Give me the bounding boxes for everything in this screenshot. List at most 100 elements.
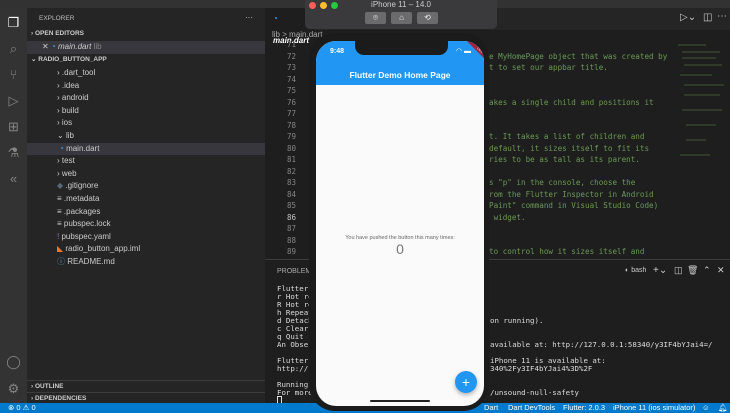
error-count: 0 bbox=[16, 403, 21, 412]
shell-label: bash bbox=[631, 267, 647, 274]
breadcrumb-file[interactable]: main.dart bbox=[289, 30, 322, 39]
code-line: akes a single child and positions it bbox=[489, 97, 654, 107]
status-time: 9:48 bbox=[330, 48, 345, 55]
lines-icon: ≡ bbox=[57, 194, 64, 203]
code-line: default, it sizes itself to fit its bbox=[489, 143, 650, 153]
warning-count: 0 bbox=[31, 403, 36, 412]
minimap[interactable] bbox=[676, 40, 726, 170]
open-file-dir: lib bbox=[93, 42, 102, 51]
run-icon[interactable]: ▷⌄ bbox=[680, 12, 696, 23]
split-terminal-icon[interactable]: ◫ bbox=[674, 265, 683, 276]
status-devtools[interactable]: Dart DevTools bbox=[508, 403, 555, 413]
extensions-icon[interactable]: ⊞ bbox=[5, 118, 22, 135]
breadcrumb-lib[interactable]: lib bbox=[272, 30, 280, 39]
phone-notch bbox=[355, 41, 448, 55]
line-number: 81 bbox=[286, 155, 296, 164]
tree-item-label: build bbox=[61, 105, 79, 115]
flutter-icon[interactable]: « bbox=[5, 170, 22, 187]
line-number: 79 bbox=[286, 132, 296, 141]
tree-item[interactable]: ≡ pubspec.lock bbox=[27, 218, 265, 231]
screenshot-button[interactable]: ⌾ bbox=[365, 12, 386, 24]
tree-item[interactable]: › .idea bbox=[27, 80, 265, 93]
account-icon[interactable]: ◯ bbox=[5, 353, 22, 370]
tree-item-label: android bbox=[61, 93, 89, 103]
run-debug-icon[interactable]: ▷ bbox=[5, 92, 22, 109]
lines-icon: ≡ bbox=[57, 206, 64, 216]
tree-item-label: web bbox=[61, 168, 77, 178]
search-icon[interactable]: ⌕ bbox=[5, 40, 22, 57]
bell-icon[interactable]: 🔔︎ bbox=[718, 403, 728, 413]
status-dart[interactable]: Dart bbox=[484, 403, 498, 413]
line-number: 84 bbox=[286, 189, 296, 199]
feedback-icon[interactable]: ☺ bbox=[702, 403, 710, 413]
tree-item-label: radio_button_app.iml bbox=[65, 244, 141, 254]
tree-item[interactable]: ◣ radio_button_app.iml bbox=[27, 243, 265, 256]
tree-item[interactable]: ⌄ lib bbox=[27, 130, 265, 143]
tree-item[interactable]: › web bbox=[27, 168, 265, 181]
code-line: s "p" in the console, choose the bbox=[489, 178, 636, 187]
close-icon[interactable]: ✕ bbox=[42, 42, 49, 51]
open-editor-item[interactable]: ✕ ◔ main.dart lib bbox=[27, 41, 265, 54]
tree-item-label: lib bbox=[65, 131, 74, 140]
tree-item[interactable]: › ios bbox=[27, 117, 265, 130]
tree-item-label: ios bbox=[61, 118, 73, 128]
terminal-shell-selector[interactable]: ◐ bash bbox=[625, 267, 646, 274]
tree-item[interactable]: › .dart_tool bbox=[27, 67, 265, 80]
terminal-line: For more bbox=[277, 388, 313, 397]
open-editors-section[interactable]: › OPEN EDITORS bbox=[27, 28, 265, 41]
tree-item[interactable]: ! pubspec.yaml bbox=[27, 231, 265, 244]
tree-item[interactable]: ⓘ README.md bbox=[27, 256, 265, 269]
home-indicator[interactable] bbox=[370, 400, 430, 402]
line-number: 82 bbox=[286, 166, 296, 176]
status-flutter-version[interactable]: Flutter: 2.0.3 bbox=[563, 403, 605, 413]
wifi-battery-icon: ◠ ▬ bbox=[456, 48, 472, 55]
line-number: 83 bbox=[286, 178, 296, 187]
project-section[interactable]: ⌄ RADIO_BUTTON_APP bbox=[27, 54, 265, 67]
problems-status[interactable]: ⊗ 0 ⚠ 0 bbox=[8, 403, 36, 413]
dart-icon: ◔ bbox=[50, 42, 56, 51]
tree-item-label: .metadata bbox=[63, 194, 100, 203]
explorer-sidebar: EXPLORER ··· › OPEN EDITORS ✕ ◔ main.dar… bbox=[27, 8, 265, 403]
source-control-icon[interactable]: ⑂ bbox=[5, 66, 22, 83]
maximize-panel-icon[interactable]: ⌃ bbox=[703, 265, 711, 276]
close-panel-icon[interactable]: ✕ bbox=[717, 265, 725, 276]
outline-section[interactable]: › OUTLINE bbox=[27, 380, 265, 393]
project-name: RADIO_BUTTON_APP bbox=[38, 56, 107, 63]
open-folder-icon: ⌄ bbox=[57, 131, 66, 140]
tree-item[interactable]: › build bbox=[27, 105, 265, 118]
home-button[interactable]: ⌂ bbox=[391, 12, 412, 24]
explorer-title: EXPLORER bbox=[39, 15, 75, 22]
code-line: t. It takes a list of children and bbox=[489, 132, 645, 141]
line-number: 71 bbox=[286, 40, 296, 49]
tree-item-label: .dart_tool bbox=[61, 68, 96, 77]
line-number: 77 bbox=[286, 109, 296, 118]
tree-item-label: README.md bbox=[67, 257, 115, 266]
testing-icon[interactable]: ⚗ bbox=[5, 144, 22, 161]
line-number: 74 bbox=[286, 74, 296, 84]
trash-icon[interactable]: 🗑 bbox=[687, 265, 698, 276]
terminal-line-tail: /unsound-null-safety bbox=[490, 388, 579, 397]
settings-gear-icon[interactable]: ⚙ bbox=[5, 380, 22, 397]
new-terminal-icon[interactable]: +⌄ bbox=[653, 265, 667, 276]
tree-item[interactable]: ◆ .gitignore bbox=[27, 180, 265, 193]
tree-item[interactable]: ≡ .packages bbox=[27, 206, 265, 219]
tree-item[interactable]: ◔ main.dart bbox=[27, 142, 265, 156]
increment-fab[interactable]: + bbox=[455, 371, 477, 393]
simulator-title: iPhone 11 – 14.0 bbox=[371, 0, 431, 9]
tree-item-label: .packages bbox=[63, 206, 101, 216]
open-editors-label: OPEN EDITORS bbox=[34, 30, 84, 37]
line-number: 73 bbox=[286, 63, 296, 72]
tree-item[interactable]: › test bbox=[27, 155, 265, 168]
tree-item[interactable]: ≡ .metadata bbox=[27, 193, 265, 206]
terminal-line-tail: 340%2Fy3IF4bYJai4%3D%2F bbox=[490, 364, 593, 373]
tree-item[interactable]: › android bbox=[27, 92, 265, 105]
more-actions-button[interactable]: ··· bbox=[245, 12, 265, 25]
more-icon[interactable]: ⋯ bbox=[717, 11, 727, 22]
rotate-button[interactable]: ⟲ bbox=[417, 12, 438, 24]
status-device[interactable]: iPhone 11 (ios simulator) bbox=[613, 403, 695, 413]
phone-screen: 9:48 ◠ ▬ Flutter Demo Home Page DEBUG Yo… bbox=[316, 41, 484, 406]
split-editor-icon[interactable]: ◫ bbox=[703, 12, 712, 23]
explorer-icon[interactable]: ❐ bbox=[5, 14, 22, 31]
breadcrumb-sep: > bbox=[282, 30, 287, 39]
counter-value: 0 bbox=[396, 241, 404, 257]
